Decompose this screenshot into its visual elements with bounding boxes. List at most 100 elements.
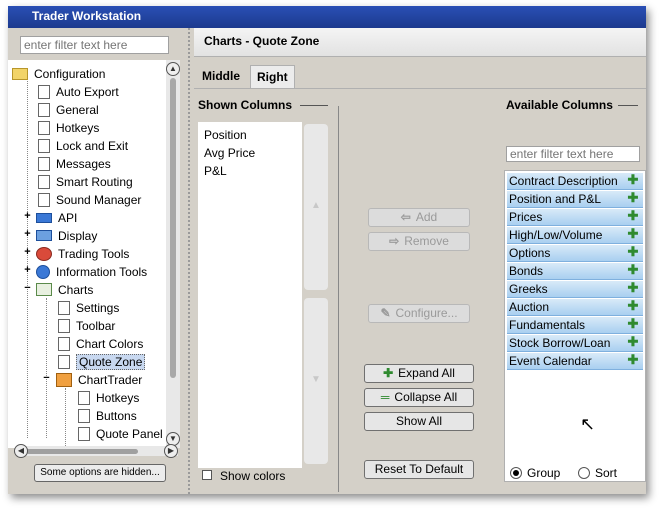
list-item[interactable]: Stock Borrow/Loan ✚ xyxy=(507,335,643,352)
list-item[interactable]: Fundamentals ✚ xyxy=(507,317,643,334)
tree-item-smart-routing[interactable]: Smart Routing xyxy=(38,172,133,190)
list-item[interactable]: High/Low/Volume ✚ xyxy=(507,227,643,244)
group-radio[interactable] xyxy=(510,467,522,479)
api-icon xyxy=(36,212,52,223)
tree-guide-line xyxy=(65,388,66,448)
list-item[interactable]: Position and P&L ✚ xyxy=(507,191,643,208)
scroll-up-icon[interactable]: ▲ xyxy=(166,62,180,76)
tree-item-settings[interactable]: Settings xyxy=(58,298,119,316)
expand-all-button[interactable]: ✚ Expand All xyxy=(364,364,474,383)
add-icon[interactable]: ✚ xyxy=(627,353,639,366)
scroll-right-icon[interactable]: ▶ xyxy=(164,444,178,458)
show-colors-checkbox[interactable] xyxy=(202,470,212,480)
list-item[interactable]: Options ✚ xyxy=(507,245,643,262)
show-all-button[interactable]: Show All xyxy=(364,412,474,431)
page-icon xyxy=(38,174,50,189)
add-icon[interactable]: ✚ xyxy=(627,317,639,330)
add-icon[interactable]: ✚ xyxy=(627,263,639,276)
tab-middle[interactable]: Middle xyxy=(196,65,246,87)
list-item[interactable]: Position xyxy=(204,128,247,142)
shown-columns-list[interactable]: Position Avg Price P&L xyxy=(198,122,302,468)
page-icon xyxy=(38,102,50,117)
list-item[interactable]: Bonds ✚ xyxy=(507,263,643,280)
tree-hscroll-thumb[interactable] xyxy=(26,449,138,454)
tree-item-quote-zone[interactable]: Quote Zone xyxy=(58,352,146,370)
scroll-left-icon[interactable]: ◀ xyxy=(14,444,28,458)
configure-button[interactable]: ✎ Configure... xyxy=(368,304,470,323)
hidden-options-button[interactable]: Some options are hidden... xyxy=(34,464,166,482)
panel-splitter[interactable] xyxy=(188,28,191,494)
tree-item-charttrader-hotkeys[interactable]: Hotkeys xyxy=(78,388,139,406)
collapse-icon[interactable]: − xyxy=(23,283,32,294)
tree-item-information-tools[interactable]: Information Tools xyxy=(36,262,147,280)
page-icon xyxy=(38,84,50,99)
list-item[interactable]: Event Calendar ✚ xyxy=(507,353,643,370)
list-item[interactable]: Avg Price xyxy=(204,146,255,160)
tree-item-messages[interactable]: Messages xyxy=(38,154,111,172)
collapse-icon[interactable]: − xyxy=(42,373,51,384)
collapse-all-button[interactable]: ═ Collapse All xyxy=(364,388,474,407)
add-icon[interactable]: ✚ xyxy=(627,191,639,204)
expand-icon[interactable]: + xyxy=(23,247,32,258)
move-up-button[interactable]: ▲ xyxy=(304,124,328,290)
tree-item-sound-manager[interactable]: Sound Manager xyxy=(38,190,141,208)
page-title: Charts - Quote Zone xyxy=(204,34,320,48)
expand-icon[interactable]: + xyxy=(23,229,32,240)
add-icon[interactable]: ✚ xyxy=(627,173,639,186)
tab-divider xyxy=(194,88,646,89)
move-down-button[interactable]: ▼ xyxy=(304,298,328,464)
arrow-left-icon: ⇦ xyxy=(400,210,411,224)
arrow-down-icon: ▼ xyxy=(311,374,321,385)
tree-item-general[interactable]: General xyxy=(38,100,99,118)
settings-window: Trader Workstation Configuration Auto Ex… xyxy=(8,6,646,494)
tree-item-hotkeys[interactable]: Hotkeys xyxy=(38,118,99,136)
list-item[interactable]: Auction ✚ xyxy=(507,299,643,316)
show-colors-label: Show colors xyxy=(220,469,286,483)
tree-item-toolbar[interactable]: Toolbar xyxy=(58,316,115,334)
tree-item-api[interactable]: API xyxy=(36,208,77,226)
add-icon[interactable]: ✚ xyxy=(627,245,639,258)
charttrader-icon xyxy=(56,372,72,387)
tree-item-chart-colors[interactable]: Chart Colors xyxy=(58,334,143,352)
page-header: Charts - Quote Zone xyxy=(194,28,646,57)
add-icon[interactable]: ✚ xyxy=(627,227,639,240)
info-icon xyxy=(36,264,50,279)
tree-guide-line xyxy=(46,298,47,438)
plus-icon: ✚ xyxy=(383,366,394,380)
add-button[interactable]: ⇦ Add xyxy=(368,208,470,227)
expand-icon[interactable]: + xyxy=(23,265,32,276)
tree-item-charts[interactable]: Charts xyxy=(36,280,93,298)
add-icon[interactable]: ✚ xyxy=(627,209,639,222)
tree-item-display[interactable]: Display xyxy=(36,226,97,244)
page-icon xyxy=(38,138,50,153)
tree-item-charttrader[interactable]: ChartTrader xyxy=(56,370,142,388)
page-icon xyxy=(58,318,70,333)
available-filter-input[interactable] xyxy=(506,146,640,162)
tree-item-trading-tools[interactable]: Trading Tools xyxy=(36,244,129,262)
available-columns-list[interactable]: Contract Description ✚ Position and P&L ✚ … xyxy=(504,170,646,482)
tree-item-auto-export[interactable]: Auto Export xyxy=(38,82,119,100)
column-divider xyxy=(338,106,339,492)
add-icon[interactable]: ✚ xyxy=(627,335,639,348)
add-icon[interactable]: ✚ xyxy=(627,281,639,294)
tree-item-configuration[interactable]: Configuration xyxy=(12,64,105,82)
add-icon[interactable]: ✚ xyxy=(627,299,639,312)
expand-icon[interactable]: + xyxy=(23,211,32,222)
list-item[interactable]: Greeks ✚ xyxy=(507,281,643,298)
page-icon xyxy=(58,300,70,315)
remove-button[interactable]: ⇨ Remove xyxy=(368,232,470,251)
group-label: Group xyxy=(527,466,561,480)
tree-filter-input[interactable] xyxy=(20,36,169,54)
list-item[interactable]: Contract Description ✚ xyxy=(507,173,643,190)
tree-item-quote-panel[interactable]: Quote Panel xyxy=(78,424,163,442)
sort-radio[interactable] xyxy=(578,467,590,479)
list-item[interactable]: P&L xyxy=(204,164,227,178)
tab-right[interactable]: Right xyxy=(250,65,295,88)
tree-item-buttons[interactable]: Buttons xyxy=(78,406,137,424)
title-bar: Trader Workstation xyxy=(8,6,646,28)
tree-item-lock-and-exit[interactable]: Lock and Exit xyxy=(38,136,128,154)
tree-scroll-thumb[interactable] xyxy=(170,78,176,378)
list-item[interactable]: Prices ✚ xyxy=(507,209,643,226)
reset-to-default-button[interactable]: Reset To Default xyxy=(364,460,474,479)
page-icon xyxy=(38,192,50,207)
